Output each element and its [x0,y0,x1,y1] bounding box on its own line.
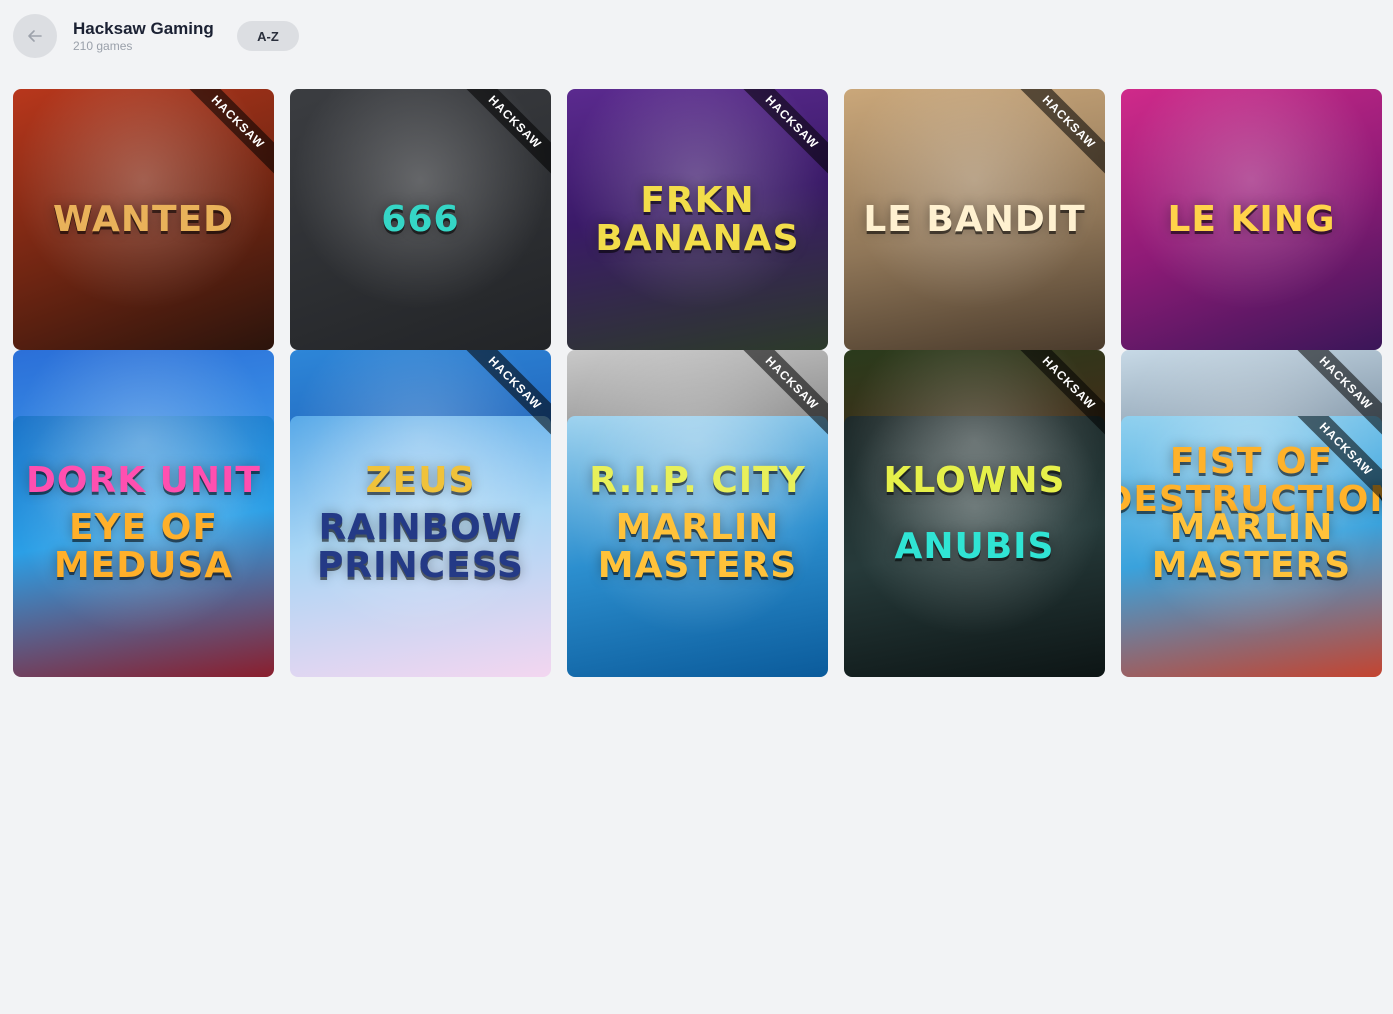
game-card[interactable]: KlownsHACKSAWKlownsHacksaw Gaming [844,350,1105,658]
game-thumbnail[interactable]: Marlin Masters [567,416,828,677]
game-art-title: Klowns [883,459,1066,501]
game-card[interactable]: Dork UnitDork UnitHacksaw Gaming [13,350,274,658]
game-card[interactable]: FRKN BananasHACKSAWFRKN BananasHacksaw G… [567,89,828,397]
provider-heading: Hacksaw Gaming 210 games [73,19,237,54]
game-art-title: Marlin Masters [597,506,798,586]
game-art-title: R.I.P. City [589,459,806,501]
game-thumbnail[interactable]: Le Bandit HACKSAW [844,89,1105,350]
game-card[interactable]: Marlin Masters [567,416,828,677]
page-header: Hacksaw Gaming 210 games A-Z [13,13,299,59]
games-grid: WantedHACKSAWWanted Dead or a WildHacksa… [13,89,1382,677]
game-art-title: Marlin Masters [1151,506,1352,586]
game-art-title: FRKN Bananas [595,179,800,259]
game-art-title: Le King [1167,198,1336,240]
game-card[interactable]: Le BanditHACKSAWLe BanditHacksaw Gaming [844,89,1105,397]
game-art-title: 666 [381,198,460,240]
back-button[interactable] [13,14,57,58]
game-art-title: Dork Unit [26,459,261,501]
game-art-title: Wanted [52,198,235,240]
game-art-title: Eye of Medusa [53,506,234,586]
game-card[interactable]: Fist of DestructionHACKSAWFist of Destru… [1121,350,1382,658]
game-card[interactable]: ZeusHACKSAWZe ZeusHacksaw Gaming [290,350,551,658]
game-art-title: Rainbow Princess [317,506,524,586]
game-thumbnail[interactable]: Eye of Medusa [13,416,274,677]
page-title: Hacksaw Gaming [73,18,214,38]
game-thumbnail[interactable]: Anubis [844,416,1105,677]
game-thumbnail[interactable]: FRKN Bananas HACKSAW [567,89,828,350]
game-art-title: Zeus [365,459,476,501]
game-art-title: Anubis [894,525,1055,567]
game-thumbnail[interactable]: Le King [1121,89,1382,350]
game-card[interactable]: Rainbow Princess [290,416,551,677]
game-art-title: Le Bandit [863,198,1086,240]
game-thumbnail[interactable]: 666 HACKSAW [290,89,551,350]
game-card[interactable]: R.I.P. CityHACKSAWRIP CityHacksaw Gaming [567,350,828,658]
game-thumbnail[interactable]: Wanted HACKSAW [13,89,274,350]
game-card[interactable]: Anubis [844,416,1105,677]
arrow-left-icon [28,30,42,42]
sort-button[interactable]: A-Z [237,21,299,51]
game-card[interactable]: Eye of Medusa [13,416,274,677]
games-count: 210 games [73,38,133,53]
game-card[interactable]: Le KingLe KingHacksaw Gaming [1121,89,1382,397]
game-card[interactable]: WantedHACKSAWWanted Dead or a WildHacksa… [13,89,274,397]
game-card[interactable]: 666HACKSAWSixSixSixHacksaw Gaming [290,89,551,397]
game-thumbnail[interactable]: Rainbow Princess [290,416,551,677]
